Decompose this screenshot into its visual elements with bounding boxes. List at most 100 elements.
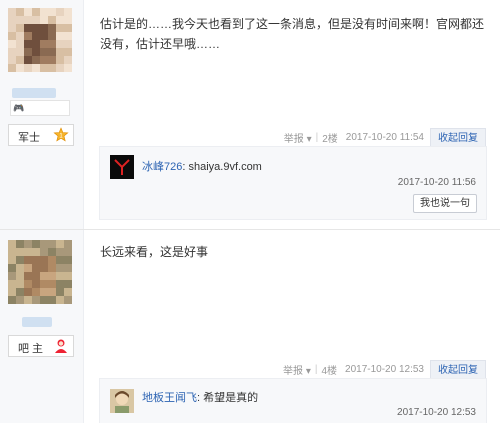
reply-text: shaiya.9vf.com [188,161,262,173]
reply-item: 冰峰726: shaiya.9vf.com 2017-10-20 11:56 [110,155,476,191]
avatar-pixel [48,248,56,256]
avatar-pixel [40,16,48,24]
role-label: 吧 主 [18,343,44,355]
avatar-pixel [64,280,72,288]
avatar-pixel [32,16,40,24]
avatar-pixel [56,40,64,48]
avatar-pixel [40,288,48,296]
reply-time: 2017-10-20 11:56 [397,177,476,188]
avatar-pixel [48,288,56,296]
avatar[interactable] [8,8,72,72]
avatar-pixel [40,56,48,64]
post-content: 估计是的……我今天也看到了这一条消息，但是没有时间来啊！官网都还没有，估计还早哦… [100,17,485,51]
avatar-pixel [16,48,24,56]
avatar-pixel [24,40,32,48]
avatar-pixel [32,40,40,48]
avatar-pixel [24,56,32,64]
avatar-pixel [8,240,16,248]
avatar-pixel [64,240,72,248]
username-blurred[interactable] [22,317,52,327]
post-tail: 举报 ▾ | 4楼 2017-10-20 12:53 收起回复 [283,359,486,379]
avatar-pixel [8,16,16,24]
avatar-pixel [8,24,16,32]
avatar-pixel [64,48,72,56]
avatar-pixel [32,296,40,304]
avatar-pixel [40,32,48,40]
avatar-pixel [16,256,24,264]
post-time: 2017-10-20 11:54 [345,131,424,143]
avatar-pixel [24,16,32,24]
avatar-pixel [32,280,40,288]
reply-avatar[interactable] [110,389,134,413]
report-link[interactable]: 举报 ▾ [284,130,312,145]
floor-number: 4楼 [321,365,338,377]
avatar-pixel [16,32,24,40]
avatar-pixel [8,8,16,16]
reply-avatar[interactable] [110,155,134,179]
avatar-pixel [64,64,72,72]
avatar-pixel [56,240,64,248]
avatar-pixel [64,8,72,16]
collapse-reply-button[interactable]: 收起回复 [430,127,486,147]
collapse-reply-button[interactable]: 收起回复 [430,359,486,379]
avatar-pixel [56,56,64,64]
avatar-pixel [64,248,72,256]
avatar-pixel [8,296,16,304]
reply-username[interactable]: 地板王闻飞 [142,392,197,404]
avatar-pixel [48,264,56,272]
avatar-pixel [56,48,64,56]
avatar[interactable] [8,240,72,304]
avatar-pixel [64,264,72,272]
admin-badge-icon [53,338,69,357]
avatar-pixel [32,248,40,256]
avatar-pixel [40,48,48,56]
avatar-pixel [48,240,56,248]
avatar-pixel [56,288,64,296]
post-floor-2: 🎮 军士 1 估计是的……我今天也看到了这一条消息，但是没有时间来啊！官网都还没… [0,0,500,229]
post-tail: 举报 ▾ | 2楼 2017-10-20 11:54 收起回复 [284,127,486,147]
divider: | [314,363,318,375]
chevron-down-icon: ▾ [305,365,311,377]
avatar-pixel [56,264,64,272]
avatar-pixel [16,56,24,64]
avatar-pixel [56,256,64,264]
avatar-pixel [48,272,56,280]
reply-username[interactable]: 冰峰726 [142,161,182,173]
role-box[interactable]: 吧 主 [8,335,74,357]
avatar-pixel [16,64,24,72]
avatar-pixel [40,24,48,32]
avatar-pixel [40,264,48,272]
avatar-pixel [56,24,64,32]
reply-time: 2017-10-20 12:53 [397,407,476,418]
avatar-pixel [16,16,24,24]
avatar-pixel [32,272,40,280]
avatar-pixel [16,272,24,280]
avatar-pixel [40,280,48,288]
avatar-pixel [24,264,32,272]
floor-number: 2楼 [322,133,338,145]
username-blurred[interactable] [12,88,56,98]
chevron-down-icon: ▾ [306,133,312,145]
add-reply-button[interactable]: 我也说一句 [413,194,477,213]
level-box[interactable]: 军士 1 [8,124,74,146]
avatar-pixel [8,32,16,40]
avatar-pixel [24,48,32,56]
post-time: 2017-10-20 12:53 [345,363,424,375]
avatar-pixel [16,24,24,32]
avatar-pixel [16,248,24,256]
report-link[interactable]: 举报 ▾ [283,362,311,377]
avatar-pixel [56,280,64,288]
avatar-pixel [32,288,40,296]
avatar-pixel [64,56,72,64]
avatar-pixel [48,296,56,304]
avatar-pixel [24,288,32,296]
avatar-pixel [64,32,72,40]
avatar-pixel [8,64,16,72]
avatar-pixel [40,256,48,264]
avatar-pixel [16,8,24,16]
reply-text: 希望是真的 [203,392,259,404]
avatar-pixel [8,256,16,264]
post-content: 长远来看，这是好事 [100,245,209,259]
avatar-pixel [56,296,64,304]
avatar-pixel [64,16,72,24]
